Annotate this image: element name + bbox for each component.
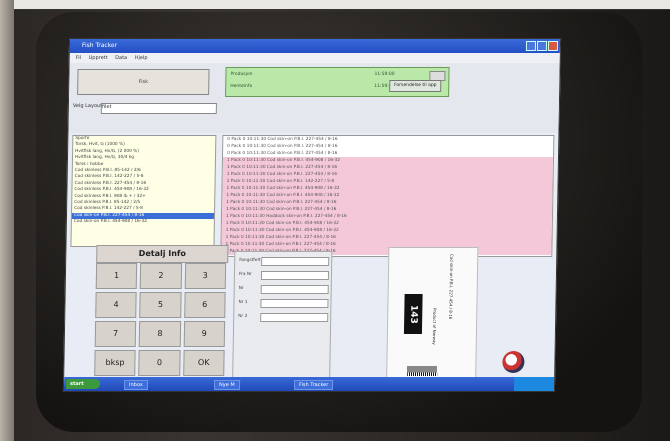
- form-row: Fra Nr: [238, 271, 330, 280]
- field-label: Fra Nr: [238, 272, 252, 277]
- menu-item[interactable]: Fil: [76, 55, 81, 61]
- minimize-button[interactable]: [525, 41, 537, 51]
- form-row: Nr: [238, 285, 329, 294]
- menu-bar: Fil Upprett Data Hjelp: [69, 53, 560, 63]
- keypad-key[interactable]: 5: [139, 292, 182, 318]
- top-panel: Fisk Produsjon 11:59:00 Henteinfo 11:59:…: [68, 63, 560, 133]
- table-row[interactable]: 1 Pack 0 10:11:30 Cod skin-on P.B.I. 142…: [222, 178, 553, 185]
- table-row[interactable]: 1 Pack 0 10:11:30 Cod skin-on P.B.I. 227…: [222, 199, 553, 206]
- keypad-key[interactable]: 9: [183, 321, 226, 347]
- keypad-key[interactable]: 2: [140, 263, 182, 289]
- table-row[interactable]: 1 Pack 0 10:11:30 Cod skin-on P.B.I. 454…: [222, 185, 553, 192]
- menu-item[interactable]: Data: [115, 55, 127, 61]
- menu-item[interactable]: Upprett: [89, 55, 108, 61]
- form-row: Nr 1: [238, 299, 329, 308]
- close-button[interactable]: [547, 41, 559, 51]
- taskbar-item[interactable]: Inbox: [123, 380, 148, 390]
- form-field[interactable]: [260, 313, 329, 322]
- label-number: 143: [403, 294, 423, 334]
- label-text: Cod skin-on P.B.I. 227-454 / 8-16: [448, 254, 455, 320]
- barcode: [407, 366, 438, 376]
- table-row[interactable]: 0 Pack 0 10:11:30 Cod skin-on P.B.I. 227…: [223, 150, 553, 157]
- form-field[interactable]: [260, 271, 330, 280]
- window-controls: [525, 41, 559, 51]
- menu-item[interactable]: Hjelp: [135, 55, 148, 61]
- photo-scene: Fish Tracker Fil Upprett Data Hjelp Fisk…: [0, 0, 670, 441]
- table-row[interactable]: 1 Pack 0 10:11:30 Cod skin-on P.B.I. 227…: [222, 206, 553, 213]
- label-text: Product of Norway: [431, 308, 438, 345]
- keypad-key[interactable]: 6: [183, 292, 226, 318]
- status-label: Henteinfo: [230, 84, 253, 89]
- status-label: Produsjon: [230, 72, 253, 77]
- dropdown-label: Velg Layout: [72, 103, 103, 109]
- table-row[interactable]: 1 Pack 0 10:11:30 Cod skin-on P.B.I. 454…: [222, 192, 553, 199]
- product-label-preview: 143 Cod skin-on P.B.I. 227-454 / 8-16 Pr…: [386, 247, 479, 379]
- start-button[interactable]: start: [65, 379, 101, 389]
- field-label: Nr: [238, 286, 244, 291]
- company-logo: [502, 351, 525, 373]
- table-row[interactable]: 1 Pack 0 10:11:30 Cod skin-on P.B.I. 454…: [221, 227, 552, 234]
- numeric-keypad: 1 2 3 4 5 6 7 8 9 bksp 0 OK: [94, 263, 227, 376]
- window-titlebar: Fish Tracker: [69, 39, 561, 53]
- detail-info-button[interactable]: Detalj Info: [96, 245, 229, 263]
- keypad-key[interactable]: 8: [139, 321, 181, 347]
- list-item[interactable]: Cod skin-on P.B.I. 454-908 / 16-32: [72, 219, 214, 225]
- keypad-key[interactable]: 0: [138, 350, 181, 376]
- keypad-key[interactable]: OK: [182, 350, 225, 376]
- taskbar: start Inbox Nye M Fish Tracker: [63, 377, 555, 391]
- keypad-key[interactable]: bksp: [94, 350, 136, 376]
- table-row[interactable]: 1 Pack 0 10:11:30 Cod skin-on P.B.I. 227…: [222, 164, 553, 171]
- layout-dropdown[interactable]: Velg Layout filet: [72, 103, 223, 114]
- table-row[interactable]: 1 Pack 0 10:11:30 Cod skin-on P.B.I. 454…: [221, 220, 552, 227]
- form-field[interactable]: [260, 299, 329, 308]
- form-row: Nr 2: [238, 313, 329, 322]
- paper-strip: [14, 0, 670, 10]
- system-tray: [513, 377, 555, 391]
- table-row[interactable]: 1 Pack 0 10:11:30 Cod skin-on P.B.I. 227…: [222, 171, 553, 178]
- taskbar-item[interactable]: Fish Tracker: [293, 380, 334, 390]
- maximize-button[interactable]: [536, 41, 548, 51]
- table-row[interactable]: 0 Pack 0 10:11:30 Cod skin-on P.B.I. 227…: [223, 136, 553, 143]
- table-row[interactable]: 1 Pack 0 10:11:30 Cod skin-on P.B.I. 227…: [221, 241, 552, 248]
- table-row[interactable]: 1 Pack 0 10:11:30 Cod skin-on P.B.I. 227…: [221, 234, 552, 241]
- field-label: Nr 2: [238, 314, 248, 319]
- pack-log-list[interactable]: 0 Pack 0 10:11:30 Cod skin-on P.B.I. 227…: [220, 135, 555, 257]
- form-row: Fangstfelt: [239, 257, 330, 266]
- keypad-key[interactable]: 7: [94, 321, 137, 347]
- keypad-key[interactable]: 4: [95, 292, 137, 318]
- table-row[interactable]: 0 Pack 0 10:11:30 Cod skin-on P.B.I. 227…: [223, 143, 553, 150]
- taskbar-item[interactable]: Nye M: [213, 380, 240, 390]
- dropdown-value[interactable]: filet: [100, 103, 217, 114]
- window-title: Fish Tracker: [81, 42, 118, 49]
- fish-button[interactable]: Fisk: [77, 69, 210, 95]
- field-label: Fangstfelt: [239, 258, 261, 263]
- product-list[interactable]: Sporfe Torsk, Hvit, G (1000 %) Hvitfisk la…: [70, 135, 217, 247]
- status-time: 11:59:00: [374, 72, 395, 77]
- background-wall: [0, 0, 14, 441]
- table-row[interactable]: 1 Pack 0 10:11:30 Haddock skin-on P.B.I.…: [221, 213, 553, 220]
- form-field[interactable]: [261, 257, 330, 266]
- entry-form: Fangstfelt Fra Nr Nr Nr 1 Nr 2: [232, 251, 333, 381]
- monitor-screen: Fish Tracker Fil Upprett Data Hjelp Fisk…: [62, 38, 562, 392]
- form-field[interactable]: [260, 285, 329, 294]
- table-row[interactable]: 1 Pack 0 10:11:30 Cod skin-on P.B.I. 454…: [222, 157, 554, 164]
- send-button[interactable]: Forsendelse til app: [389, 80, 442, 92]
- field-label: Nr 1: [238, 300, 248, 305]
- keypad-key[interactable]: 3: [184, 263, 227, 289]
- keypad-key[interactable]: 1: [95, 263, 138, 289]
